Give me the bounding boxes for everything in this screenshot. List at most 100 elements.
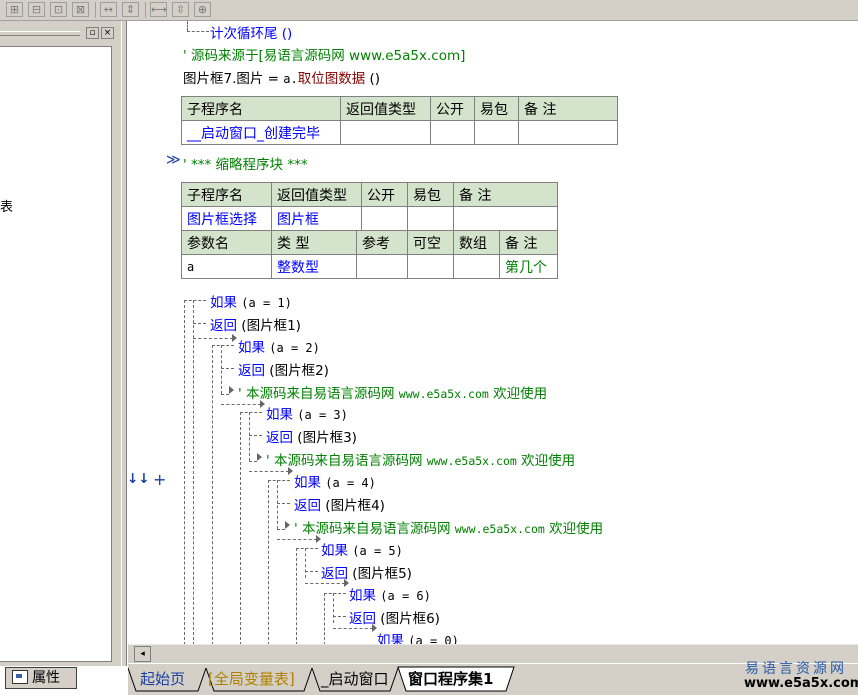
align-bottom-icon[interactable]: ⊠ [72, 2, 89, 17]
return-line[interactable]: 返回 (图片框5) [321, 562, 412, 582]
if-line[interactable]: 如果 (a = 5) [321, 539, 403, 559]
subroutine-name-cell[interactable]: 图片框选择 [181, 206, 272, 231]
truncated-label: 表 [0, 200, 14, 215]
header-cell: 易包 [474, 96, 519, 121]
if-line[interactable]: 如果 (a = 4) [294, 471, 376, 491]
flow-line [277, 480, 278, 529]
keyword-if: 如果 [294, 475, 321, 491]
expand-plus-icon[interactable]: + [153, 470, 166, 489]
tab-start-page[interactable]: 起始页 [132, 668, 193, 690]
toolbar-separator [145, 2, 146, 18]
flow-line [268, 480, 269, 650]
table-cell[interactable] [430, 120, 475, 145]
subroutine-name-cell[interactable]: __启动窗口_创建完毕 [181, 120, 341, 145]
comment-text: ' 本源码来自易语言源码网 [294, 521, 455, 537]
same-height-icon[interactable]: ⇕ [122, 2, 139, 17]
flow-line [193, 300, 194, 650]
properties-tab-label: 属性 [32, 670, 60, 686]
toolbar-separator [95, 2, 96, 18]
param-type-cell[interactable]: 整数型 [271, 254, 357, 279]
tab-window-assembly[interactable]: 窗口程序集1 [400, 668, 501, 690]
left-panel-titlebar[interactable]: ▫ × [0, 26, 118, 42]
loop-end-line[interactable]: 计次循环尾 () [210, 22, 292, 42]
comment-line[interactable]: ' 本源码来自易语言源码网 www.e5a5x.com 欢迎使用 [294, 517, 603, 537]
comment-tail: 欢迎使用 [516, 453, 576, 469]
flow-line [324, 593, 325, 650]
param-note-cell[interactable]: 第几个 [499, 254, 558, 279]
return-arg: (图片框5) [352, 566, 412, 582]
header-cell: 公开 [430, 96, 475, 121]
tab-global-vars[interactable]: [全局变量表] [200, 668, 303, 690]
flow-arrow-icon [229, 386, 234, 394]
table-cell[interactable] [518, 120, 618, 145]
table-cell[interactable] [356, 254, 408, 279]
table-cell[interactable] [453, 206, 558, 231]
properties-tab[interactable]: 属性 [5, 667, 77, 689]
if-line[interactable]: 如果 (a = 2) [238, 336, 320, 356]
if-line[interactable]: 如果 (a = 6) [349, 584, 431, 604]
table-cell[interactable] [407, 206, 454, 231]
table-row[interactable]: __启动窗口_创建完毕 [181, 120, 618, 145]
return-type-cell[interactable]: 图片框 [271, 206, 362, 231]
assign-line[interactable]: 图片框7.图片 = a.取位图数据 () [183, 67, 380, 87]
table-cell[interactable] [453, 254, 500, 279]
table-cell[interactable] [474, 120, 519, 145]
return-line[interactable]: 返回 (图片框3) [266, 426, 357, 446]
if-line[interactable]: 如果 (a = 1) [210, 291, 292, 311]
header-cell: 易包 [407, 182, 454, 207]
v-space-icon[interactable]: ⇳ [172, 2, 189, 17]
return-line[interactable]: 返回 (图片框6) [349, 607, 440, 627]
left-panel-client [0, 46, 112, 662]
table-cell[interactable] [407, 254, 454, 279]
flow-arrow-icon [257, 453, 262, 461]
comment-line[interactable]: ' 本源码来自易语言源码网 www.e5a5x.com 欢迎使用 [266, 449, 575, 469]
flow-line [212, 345, 213, 650]
pane-splitter[interactable] [121, 21, 127, 666]
h-space-icon[interactable]: ⟷ [150, 2, 167, 17]
breakpoint-arrows-icon[interactable]: ↓↓ [127, 471, 150, 487]
center-form-icon[interactable]: ⊕ [194, 2, 211, 17]
return-arg: (图片框4) [325, 498, 385, 514]
header-cell: 可空 [407, 230, 454, 255]
table-cell[interactable] [361, 206, 408, 231]
flow-arrow-icon [232, 334, 237, 342]
align-top-icon[interactable]: ⊡ [50, 2, 67, 17]
table-cell[interactable] [340, 120, 431, 145]
source-comment-line[interactable]: ' 源码来源于[易语言源码网 www.e5a5x.com] [183, 44, 465, 64]
flow-line [221, 345, 222, 394]
panel-grip[interactable] [0, 31, 80, 36]
close-icon[interactable]: × [101, 27, 114, 39]
flow-line [221, 404, 261, 405]
toolbar: ⊞ ⊟ ⊡ ⊠ ↔ ⇕ ⟷ ⇳ ⊕ [0, 0, 858, 21]
return-arg: (图片框2) [269, 363, 329, 379]
return-line[interactable]: 返回 (图片框1) [210, 314, 301, 334]
code-editor[interactable]: 计次循环尾 () ' 源码来源于[易语言源码网 www.e5a5x.com] 图… [127, 21, 858, 650]
scroll-left-icon[interactable]: ◂ [134, 646, 151, 662]
tab-startup-window[interactable]: _启动窗口 [313, 668, 397, 690]
flow-line [305, 571, 318, 572]
align-left-icon[interactable]: ⊞ [6, 2, 23, 17]
minimize-icon[interactable]: ▫ [86, 27, 99, 39]
subroutine-table-2[interactable]: 子程序名 返回值类型 公开 易包 备 注 图片框选择 图片框 参数名 类 型 参… [181, 182, 558, 279]
same-width-icon[interactable]: ↔ [100, 2, 117, 17]
header-cell: 返回值类型 [340, 96, 431, 121]
return-arg: (图片框1) [241, 318, 301, 334]
flow-line [305, 583, 345, 584]
param-name-cell[interactable]: a [181, 254, 272, 279]
condition: (a = 4) [325, 476, 376, 490]
header-cell: 子程序名 [181, 96, 341, 121]
comment-tail: 欢迎使用 [544, 521, 604, 537]
table-row[interactable]: 图片框选择 图片框 [181, 206, 558, 231]
if-line[interactable]: 如果 (a = 3) [266, 403, 348, 423]
flow-line [193, 323, 206, 324]
subroutine-table-1[interactable]: 子程序名 返回值类型 公开 易包 备 注 __启动窗口_创建完毕 [181, 96, 618, 145]
flow-line [249, 435, 262, 436]
return-line[interactable]: 返回 (图片框4) [294, 494, 385, 514]
comment-line[interactable]: ' 本源码来自易语言源码网 www.e5a5x.com 欢迎使用 [238, 382, 547, 402]
thumb-block-comment[interactable]: ' *** 缩略程序块 *** [183, 153, 308, 173]
align-center-icon[interactable]: ⊟ [28, 2, 45, 17]
comment-text: ' 本源码来自易语言源码网 [266, 453, 427, 469]
assign-object: a. [283, 72, 298, 86]
param-row[interactable]: a 整数型 第几个 [181, 254, 558, 279]
return-line[interactable]: 返回 (图片框2) [238, 359, 329, 379]
